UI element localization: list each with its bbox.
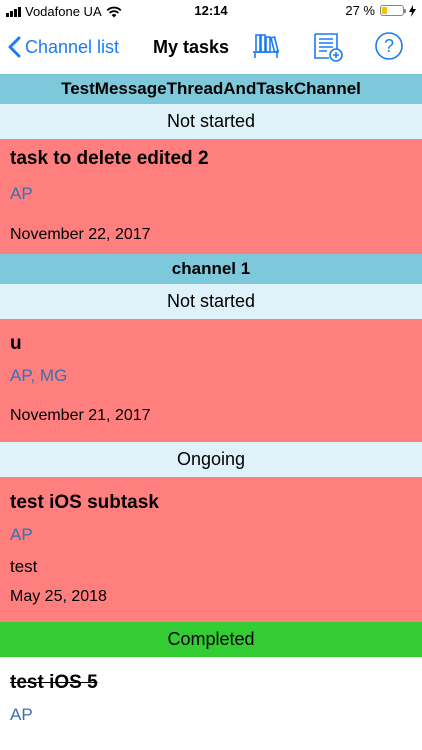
page-title: My tasks	[153, 37, 230, 57]
books-icon[interactable]	[251, 31, 281, 61]
task-date: November 21, 2017	[10, 407, 151, 424]
charging-bolt-icon	[409, 4, 416, 17]
battery-icon	[380, 5, 406, 16]
task-title: test iOS 5	[10, 672, 98, 693]
status-header: Ongoing	[0, 442, 422, 477]
status-header: Not started	[0, 284, 422, 319]
svg-text:?: ?	[384, 36, 394, 56]
task-title: task to delete edited 2	[10, 148, 209, 169]
help-icon[interactable]: ?	[374, 31, 404, 61]
task-title: u	[10, 333, 22, 354]
back-button[interactable]: Channel list	[8, 36, 119, 58]
channel-header: channel 1	[0, 254, 422, 284]
add-task-icon[interactable]	[312, 31, 344, 63]
task-date: May 25, 2018	[10, 588, 107, 605]
back-button-label: Channel list	[25, 36, 120, 57]
chevron-left-icon	[8, 36, 21, 58]
task-description: test	[10, 557, 38, 576]
task-assignees: AP, MG	[10, 366, 68, 385]
task-assignees: AP	[10, 525, 33, 544]
status-right: 27 %	[345, 3, 416, 18]
task-row[interactable]: u AP, MG November 21, 2017	[0, 319, 422, 442]
task-row[interactable]: task to delete edited 2 AP November 22, …	[0, 139, 422, 254]
task-assignees: AP	[10, 705, 33, 724]
status-bar: Vodafone UA 12:14 27 %	[0, 0, 422, 22]
task-title: test iOS subtask	[10, 492, 159, 513]
task-row[interactable]: test iOS subtask AP test May 25, 2018	[0, 477, 422, 622]
status-header: Not started	[0, 104, 422, 139]
channel-header: TestMessageThreadAndTaskChannel	[0, 74, 422, 104]
navigation-bar: Channel list My tasks ?	[0, 22, 422, 74]
task-list: TestMessageThreadAndTaskChannel Not star…	[0, 74, 422, 750]
task-assignees: AP	[10, 184, 33, 203]
task-row[interactable]: test iOS 5 AP	[0, 657, 422, 750]
task-date: November 22, 2017	[10, 226, 151, 243]
status-header: Completed	[0, 622, 422, 657]
battery-fill	[382, 7, 388, 14]
battery-percent: 27 %	[345, 3, 375, 18]
